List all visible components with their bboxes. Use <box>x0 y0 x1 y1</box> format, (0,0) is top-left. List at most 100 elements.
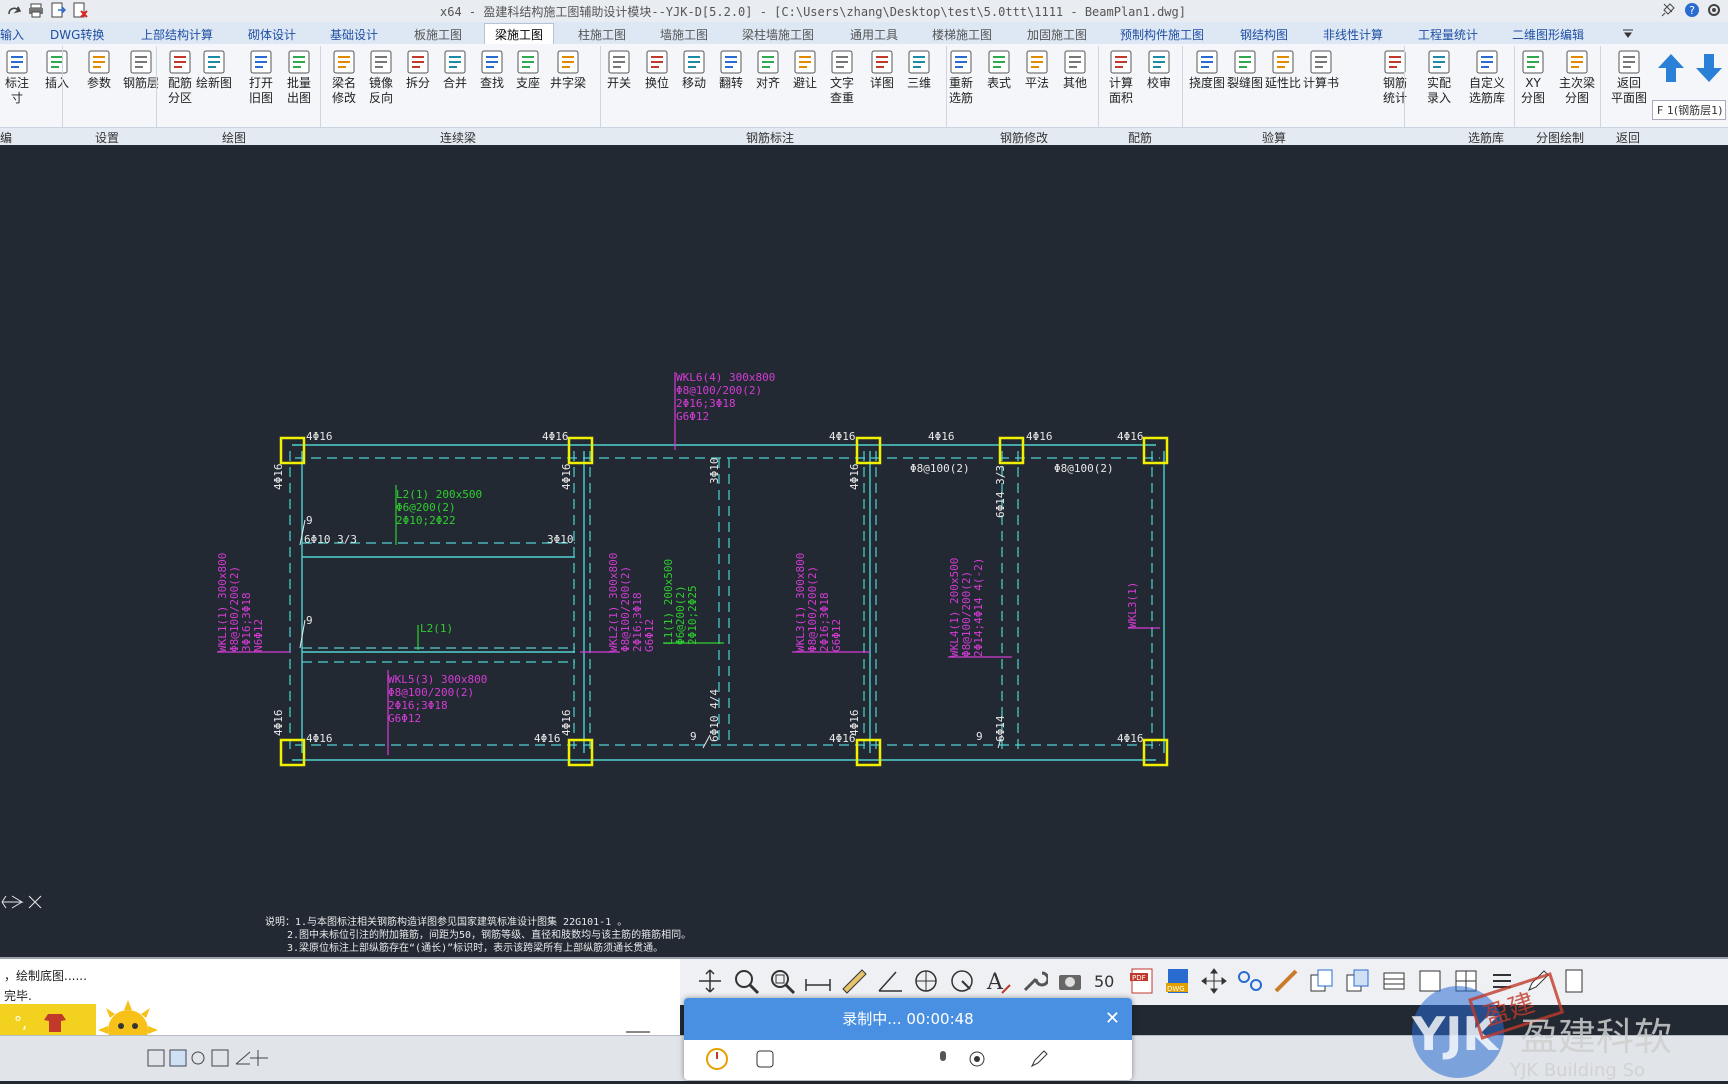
snap-toggles[interactable] <box>146 1048 276 1068</box>
rebar-text[interactable]: 4Φ16 <box>560 464 573 491</box>
record-icon[interactable] <box>706 1048 728 1070</box>
tab-input[interactable]: 输入 <box>0 26 24 43</box>
ribbon-button-3d[interactable]: 三维 <box>902 48 936 91</box>
print-icon[interactable] <box>28 2 44 18</box>
tab-dwg[interactable]: DWG转换 <box>50 26 104 43</box>
column[interactable] <box>279 436 306 465</box>
rebar-text[interactable]: 6Φ14 <box>994 715 1007 742</box>
tab-slab[interactable]: 板施工图 <box>414 26 462 43</box>
rebar-text[interactable]: 6Φ14 3/3 <box>994 465 1007 518</box>
camera-lens-icon[interactable] <box>968 1050 986 1068</box>
angle-icon[interactable] <box>876 967 904 995</box>
close-doc-icon[interactable] <box>72 2 88 18</box>
beam-label-wkl5[interactable]: WKL5(3) 300x800 <box>388 673 487 686</box>
ribbon-button-rebar-stat[interactable]: 钢筋 统计 <box>1378 48 1412 106</box>
dwg-icon[interactable]: DWG <box>1164 967 1192 995</box>
brush-icon[interactable] <box>1272 967 1300 995</box>
ribbon-button-calc-book[interactable]: 计算书 <box>1303 48 1339 91</box>
column[interactable] <box>567 738 594 767</box>
rebar-text[interactable]: 3Φ10 <box>708 458 721 485</box>
rebar-text[interactable]: 4Φ16 <box>542 430 569 443</box>
ribbon-button-xy-split[interactable]: XY 分图 <box>1516 48 1550 106</box>
text-edit-icon[interactable]: A <box>984 967 1012 995</box>
ribbon-button-main-sub[interactable]: 主次梁 分图 <box>1559 48 1595 106</box>
link-icon[interactable] <box>1236 967 1264 995</box>
ribbon-button-other[interactable]: 其他 <box>1058 48 1092 91</box>
rebar-text[interactable]: 4Φ16 <box>829 430 856 443</box>
tab-beam[interactable]: 梁施工图 <box>484 23 555 46</box>
rebar-text[interactable]: Φ8@100(2) <box>910 462 970 475</box>
radius-icon[interactable] <box>948 967 976 995</box>
rebar-text[interactable]: 6Φ10 4/4 <box>708 689 721 742</box>
rebar-text[interactable]: 4Φ16 <box>534 732 561 745</box>
rebar-text[interactable]: 4Φ16 <box>928 430 955 443</box>
tab-steel[interactable]: 钢结构图 <box>1240 26 1288 43</box>
column[interactable] <box>567 436 594 465</box>
column[interactable] <box>998 436 1025 465</box>
tab-masonry[interactable]: 砌体设计 <box>248 26 296 43</box>
column[interactable] <box>279 738 306 767</box>
redo-icon[interactable] <box>6 2 22 18</box>
tab-quantity[interactable]: 工程量统计 <box>1418 26 1478 43</box>
ruler-icon[interactable] <box>840 967 868 995</box>
help-icon[interactable]: ? <box>1684 2 1700 18</box>
beam-label-wkl3b[interactable]: WKL3(1) <box>1126 582 1139 628</box>
rebar-text[interactable]: 4Φ16 <box>306 430 333 443</box>
rebar-text[interactable]: 4Φ16 <box>272 464 285 491</box>
ribbon-button-insert[interactable]: 插入 <box>40 48 74 91</box>
minimize-icon[interactable] <box>626 1031 650 1033</box>
ribbon-button-check[interactable]: 校审 <box>1142 48 1176 91</box>
close-icon[interactable]: ✕ <box>1105 998 1120 1040</box>
tab-general[interactable]: 通用工具 <box>850 26 898 43</box>
wrench-icon[interactable] <box>1020 967 1048 995</box>
dimension-icon[interactable] <box>804 967 832 995</box>
copy-icon[interactable] <box>1308 967 1336 995</box>
down-arrow-icon[interactable] <box>1694 52 1724 84</box>
floor-select[interactable]: F 1(钢筋层1) <box>1652 100 1726 120</box>
mic-icon[interactable] <box>934 1050 952 1068</box>
ribbon-button-custom-lib[interactable]: 自定义 选筋库 <box>1469 48 1505 106</box>
pen-icon[interactable] <box>1030 1050 1048 1068</box>
scale-icon[interactable]: 50 <box>1092 967 1120 995</box>
ribbon-button-cross-beam[interactable]: 井字梁 <box>550 48 586 91</box>
rebar-text[interactable]: 4Φ16 <box>1026 430 1053 443</box>
camera-icon[interactable] <box>1056 967 1084 995</box>
beam-label-l2[interactable]: L2(1) 200x500 <box>396 488 482 501</box>
rebar-text[interactable]: 4Φ16 <box>848 464 861 491</box>
rebar-text[interactable]: Φ8@100(2) <box>1054 462 1114 475</box>
window-icon[interactable] <box>756 1050 774 1068</box>
up-arrow-icon[interactable] <box>1656 52 1686 84</box>
tab-2d-edit[interactable]: 二维图形编辑 <box>1512 26 1584 43</box>
rebar-text[interactable]: 4Φ16 <box>272 710 285 737</box>
tab-wall[interactable]: 墙施工图 <box>660 26 708 43</box>
ribbon-button-draw-new[interactable]: 绘新图 <box>196 48 232 91</box>
rebar-text[interactable]: 4Φ16 <box>560 710 573 737</box>
rebar-text[interactable]: 4Φ16 <box>1117 732 1144 745</box>
tab-foundation[interactable]: 基础设计 <box>330 26 378 43</box>
export-icon[interactable] <box>50 2 66 18</box>
ribbon-collapse-icon[interactable] <box>1622 28 1634 38</box>
rebar-text[interactable]: 3Φ10 <box>547 533 574 546</box>
move-icon[interactable] <box>1200 967 1228 995</box>
rebar-text[interactable]: 4Φ16 <box>306 732 333 745</box>
tab-upper-calc[interactable]: 上部结构计算 <box>141 26 213 43</box>
tab-nonlinear[interactable]: 非线性计算 <box>1323 26 1383 43</box>
compass-icon[interactable] <box>912 967 940 995</box>
ribbon-button-actual-input[interactable]: 实配 录入 <box>1422 48 1456 106</box>
beam-label-l2-b[interactable]: L2(1) <box>420 622 453 635</box>
tab-beam-col-wall[interactable]: 梁柱墙施工图 <box>742 26 814 43</box>
tab-reinforce[interactable]: 加固施工图 <box>1027 26 1087 43</box>
pin-icon[interactable] <box>1660 2 1676 18</box>
pan-icon[interactable] <box>696 967 724 995</box>
ribbon-button-batch-out[interactable]: 批量 出图 <box>282 48 316 106</box>
ribbon-button-back-plan[interactable]: 返回 平面图 <box>1611 48 1647 106</box>
drawing-canvas[interactable]: WKL6(4) 300x800 Φ8@100/200(2) 2Φ16;3Φ18 … <box>0 145 1728 957</box>
beam-label-wkl6[interactable]: WKL6(4) 300x800 <box>676 371 775 384</box>
ribbon-button-params[interactable]: 参数 <box>82 48 116 91</box>
settings-icon[interactable] <box>1706 2 1722 18</box>
tab-precast[interactable]: 预制构件施工图 <box>1120 26 1204 43</box>
zoom-window-icon[interactable] <box>732 967 760 995</box>
rebar-text[interactable]: 6Φ10 3/3 <box>304 533 357 546</box>
rebar-text[interactable]: 4Φ16 <box>1117 430 1144 443</box>
rebar-text[interactable]: 4Φ16 <box>848 710 861 737</box>
